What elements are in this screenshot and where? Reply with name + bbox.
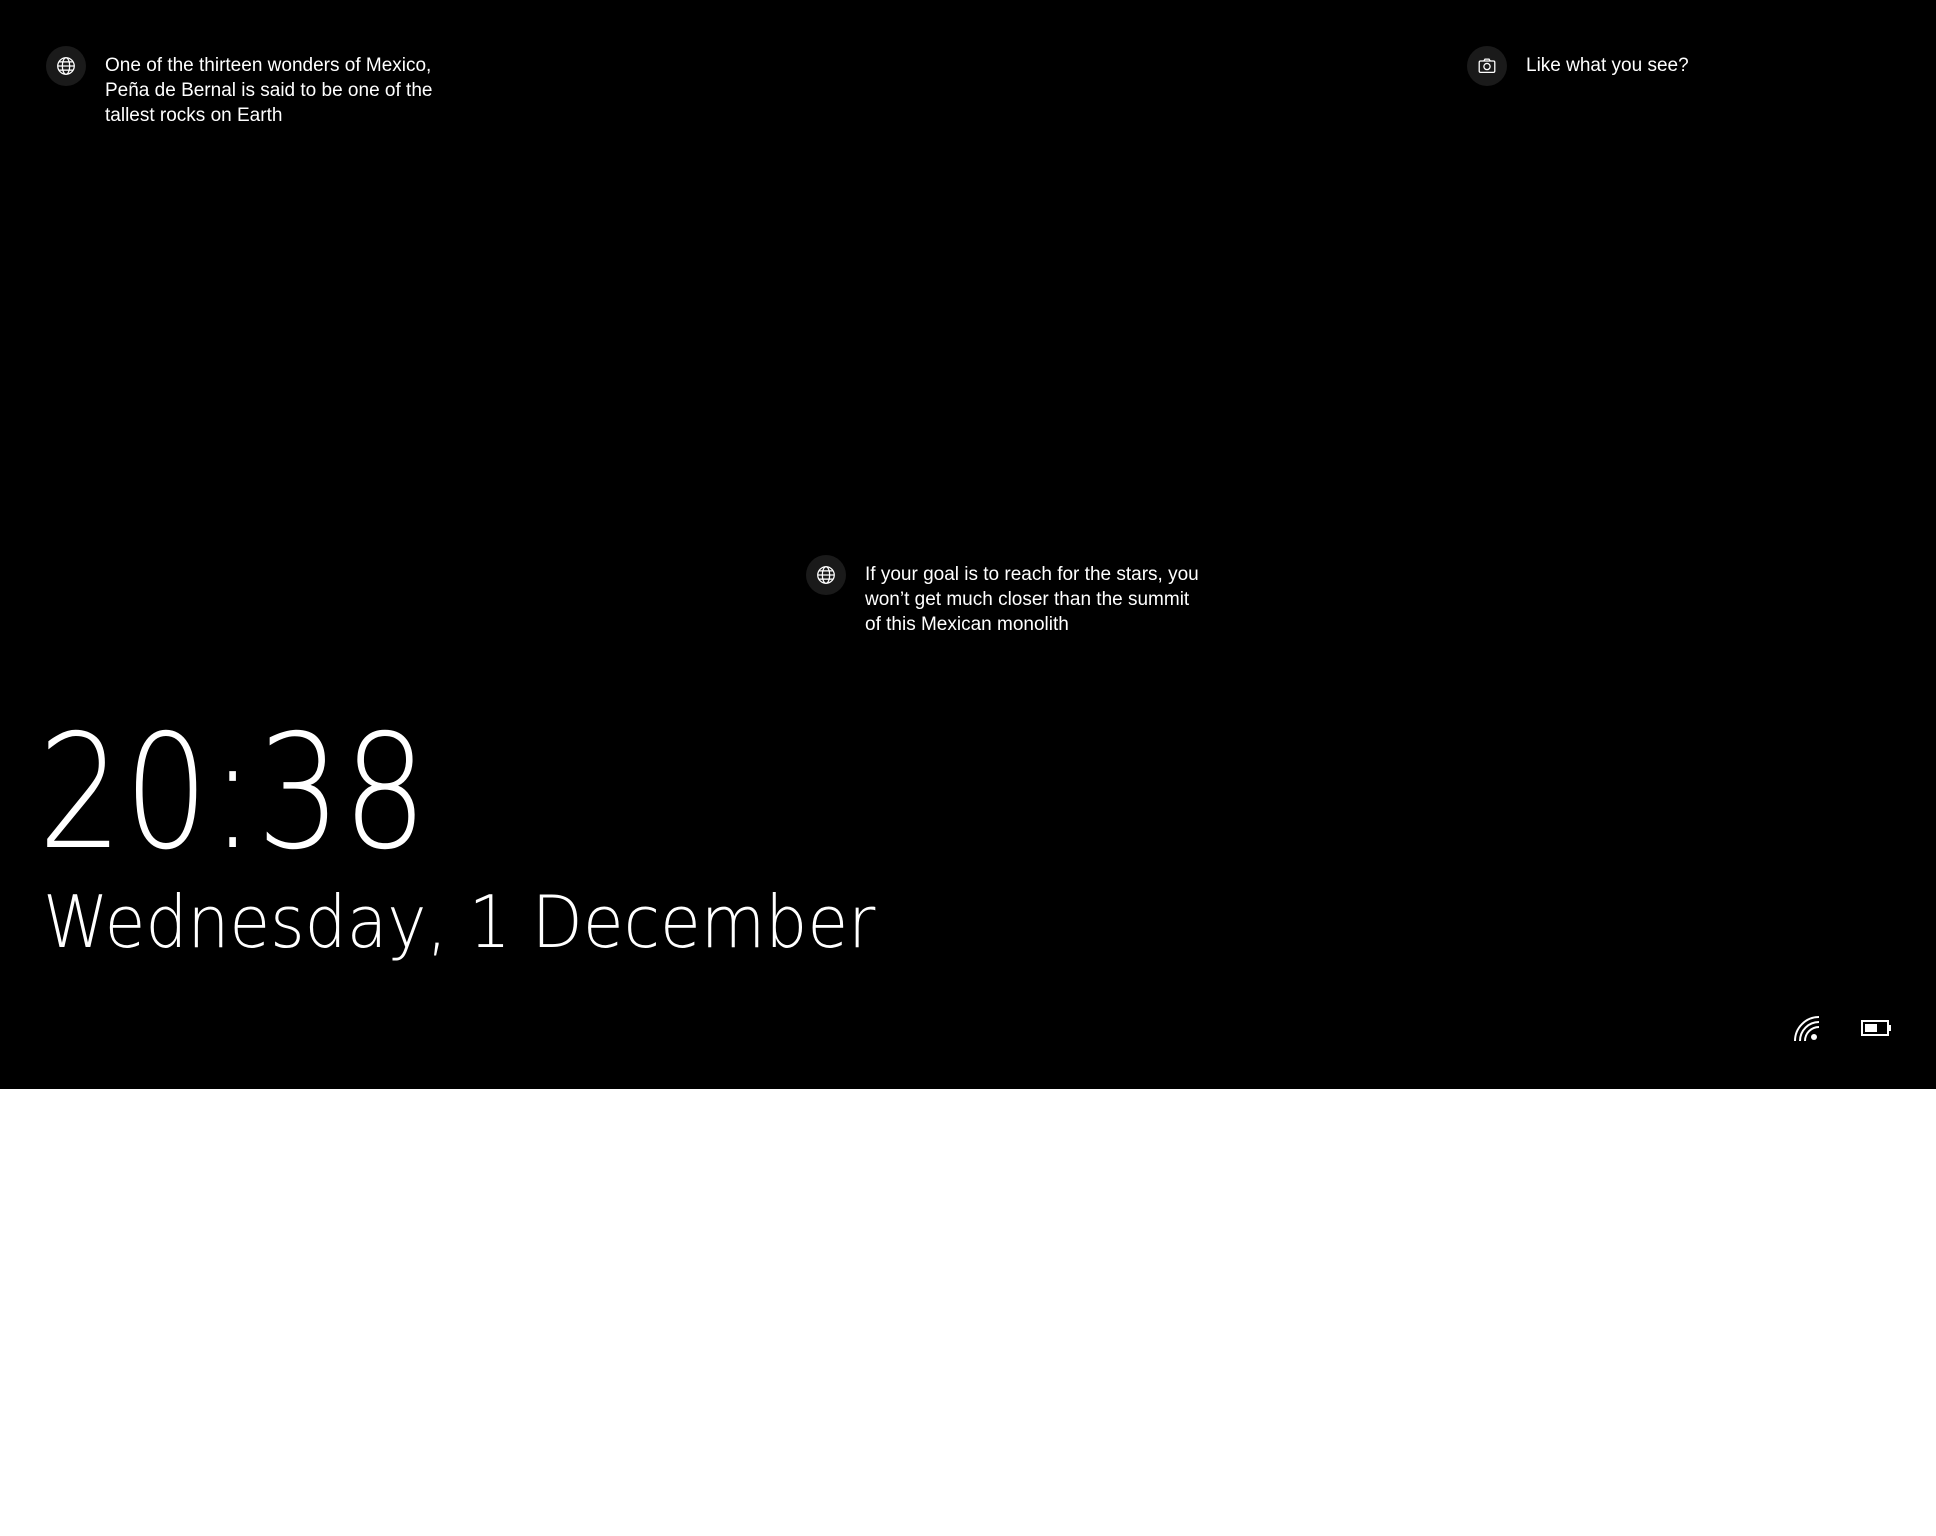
globe-icon[interactable] [806,555,846,595]
clock-time: 20:38 [38,701,429,885]
info-hotspot-1[interactable]: One of the thirteen wonders of Mexico, P… [46,46,505,128]
wifi-icon[interactable] [1790,1013,1824,1043]
like-what-you-see-button[interactable]: Like what you see? [1467,46,1826,86]
info-hotspot-2[interactable]: If your goal is to reach for the stars, … [806,555,1265,637]
hotspot-text: One of the thirteen wonders of Mexico, P… [105,55,433,126]
lock-screen[interactable]: One of the thirteen wonders of Mexico, P… [0,0,1936,1089]
battery-icon[interactable] [1860,1013,1894,1043]
camera-icon[interactable] [1467,46,1507,86]
blank-area [0,1089,1936,1536]
clock-date: Wednesday, 1 December [43,880,876,964]
camera-hotspot-label: Like what you see? [1526,55,1689,76]
hotspot-text: If your goal is to reach for the stars, … [865,564,1199,635]
globe-icon[interactable] [46,46,86,86]
